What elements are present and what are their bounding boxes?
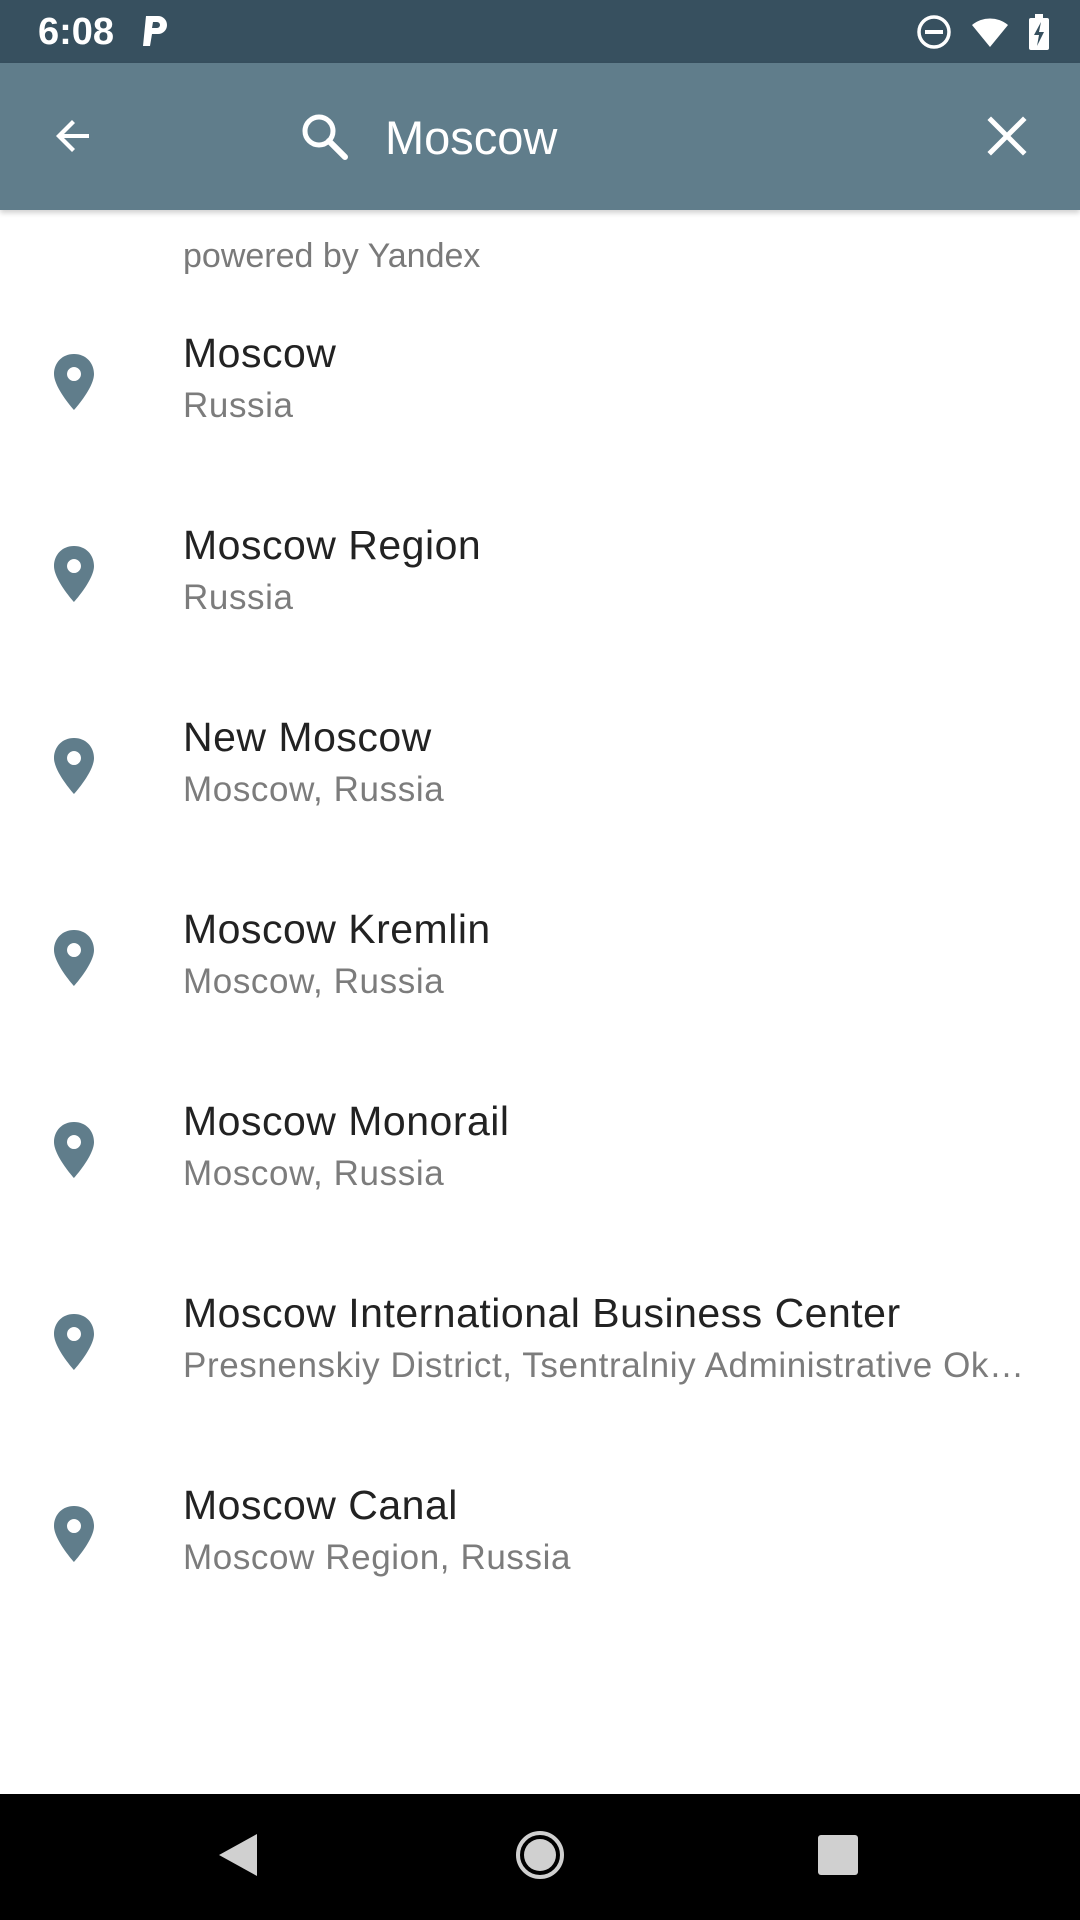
nav-back-button[interactable] [205, 1824, 271, 1890]
location-pin-icon [52, 1312, 96, 1372]
result-title: Moscow Canal [183, 1482, 458, 1528]
location-pin-icon [52, 1504, 96, 1564]
status-icons [916, 12, 1050, 52]
search-icon [295, 107, 355, 167]
result-item-moscow-monorail[interactable]: Moscow Monorail Moscow, Russia [0, 1068, 1080, 1260]
result-item-moscow-kremlin[interactable]: Moscow Kremlin Moscow, Russia [0, 876, 1080, 1068]
result-item-moscow-canal[interactable]: Moscow Canal Moscow Region, Russia [0, 1452, 1080, 1644]
result-subtitle: Russia [183, 386, 294, 425]
location-pin-icon [52, 1120, 96, 1180]
system-nav-bar [0, 1794, 1080, 1920]
do-not-disturb-icon [916, 14, 952, 50]
result-item-moscow-international-business-center[interactable]: Moscow International Business Center Pre… [0, 1260, 1080, 1452]
status-time: 6:08 [38, 11, 115, 53]
result-item-new-moscow[interactable]: New Moscow Moscow, Russia [0, 684, 1080, 876]
back-button[interactable] [38, 103, 108, 173]
location-pin-icon [52, 928, 96, 988]
search-input[interactable] [385, 101, 945, 173]
nav-home-icon [514, 1829, 566, 1886]
location-pin-icon [52, 544, 96, 604]
wifi-icon [970, 15, 1010, 49]
result-item-moscow-region[interactable]: Moscow Region Russia [0, 492, 1080, 684]
result-title: Moscow [183, 330, 337, 376]
close-icon [985, 114, 1029, 163]
result-title: Moscow Kremlin [183, 906, 491, 952]
clear-search-button[interactable] [972, 103, 1042, 173]
result-subtitle: Moscow Region, Russia [183, 1538, 572, 1577]
status-bar: 6:08 [0, 0, 1080, 63]
back-arrow-icon [49, 112, 97, 165]
result-subtitle: Moscow, Russia [183, 1154, 445, 1193]
result-item-moscow[interactable]: Moscow Russia [0, 300, 1080, 492]
result-title: Moscow Monorail [183, 1098, 510, 1144]
location-pin-icon [52, 736, 96, 796]
battery-charging-icon [1028, 14, 1050, 50]
result-title: Moscow International Business Center [183, 1290, 901, 1336]
nav-home-button[interactable] [507, 1824, 573, 1890]
nav-recents-icon [816, 1833, 860, 1882]
result-subtitle: Russia [183, 578, 294, 617]
nav-back-icon [215, 1830, 261, 1885]
result-title: New Moscow [183, 714, 432, 760]
search-app-bar [0, 63, 1080, 210]
yandex-attribution: powered by Yandex [183, 237, 481, 275]
nav-recents-button[interactable] [805, 1824, 871, 1890]
result-title: Moscow Region [183, 522, 482, 568]
parking-app-icon [140, 14, 172, 48]
search-results-list: Moscow Russia Moscow Region Russia New M… [0, 300, 1080, 1644]
result-subtitle: Moscow, Russia [183, 770, 445, 809]
location-pin-icon [52, 352, 96, 412]
result-subtitle: Presnenskiy District, Tsentralniy Admini… [183, 1346, 1033, 1385]
result-subtitle: Moscow, Russia [183, 962, 445, 1001]
